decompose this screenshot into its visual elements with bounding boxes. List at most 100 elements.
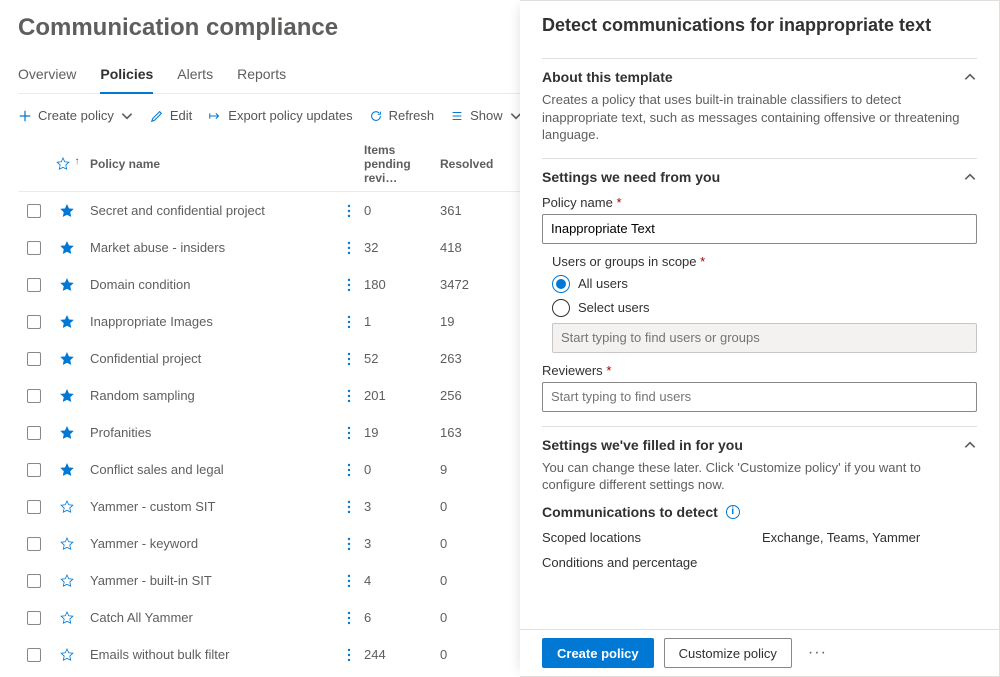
row-checkbox[interactable] (27, 352, 41, 366)
policy-name-cell: Emails without bulk filter (84, 647, 334, 662)
table-row[interactable]: Random sampling201256 (18, 377, 520, 414)
edit-button[interactable]: Edit (150, 108, 192, 123)
section-settings-need: Settings we need from you Policy name * … (542, 158, 977, 426)
more-icon[interactable] (347, 573, 351, 589)
table-row[interactable]: Confidential project52263 (18, 340, 520, 377)
pending-cell: 4 (364, 573, 440, 588)
resolved-cell: 0 (440, 499, 500, 514)
row-checkbox[interactable] (27, 574, 41, 588)
row-checkbox[interactable] (27, 278, 41, 292)
resolved-header[interactable]: Resolved (440, 157, 500, 171)
row-checkbox[interactable] (27, 204, 41, 218)
create-policy-button[interactable]: Create policy (542, 638, 654, 668)
pending-cell: 1 (364, 314, 440, 329)
table-row[interactable]: Emails without bulk filter2440 (18, 636, 520, 673)
more-icon[interactable] (347, 240, 351, 256)
row-checkbox[interactable] (27, 537, 41, 551)
more-icon[interactable] (347, 647, 351, 663)
side-panel: Detect communications for inappropriate … (520, 0, 1000, 677)
more-icon[interactable] (347, 499, 351, 515)
table-row[interactable]: Profanities19163 (18, 414, 520, 451)
star-icon[interactable] (59, 462, 75, 478)
resolved-cell: 9 (440, 462, 500, 477)
policy-name-header[interactable]: Policy name (84, 157, 334, 171)
refresh-button[interactable]: Refresh (369, 108, 435, 123)
more-actions-button[interactable]: ··· (802, 644, 833, 662)
more-icon[interactable] (347, 536, 351, 552)
pending-cell: 52 (364, 351, 440, 366)
row-checkbox[interactable] (27, 648, 41, 662)
scope-all-users-label: All users (578, 276, 628, 291)
more-icon[interactable] (347, 462, 351, 478)
tab-strip: Overview Policies Alerts Reports (18, 60, 520, 94)
reviewers-input[interactable] (542, 382, 977, 412)
more-icon[interactable] (347, 277, 351, 293)
table-row[interactable]: Secret and confidential project0361 (18, 192, 520, 229)
section-settings-need-header[interactable]: Settings we need from you (542, 169, 977, 185)
more-icon[interactable] (347, 314, 351, 330)
more-icon[interactable] (347, 203, 351, 219)
row-checkbox[interactable] (27, 463, 41, 477)
more-icon[interactable] (347, 610, 351, 626)
star-icon[interactable] (59, 573, 75, 589)
more-icon[interactable] (347, 388, 351, 404)
star-icon[interactable] (59, 647, 75, 663)
scope-all-users[interactable]: All users (552, 275, 977, 293)
section-settings-filled-header[interactable]: Settings we've filled in for you (542, 437, 977, 453)
show-button[interactable]: Show (450, 108, 523, 123)
star-icon[interactable] (59, 536, 75, 552)
table-row[interactable]: Yammer - custom SIT30 (18, 488, 520, 525)
pending-cell: 3 (364, 499, 440, 514)
row-checkbox[interactable] (27, 389, 41, 403)
more-icon[interactable] (347, 351, 351, 367)
table-row[interactable]: Catch All Yammer60 (18, 599, 520, 636)
policy-name-cell: Confidential project (84, 351, 334, 366)
star-icon[interactable] (59, 240, 75, 256)
section-about: About this template Creates a policy tha… (542, 58, 977, 158)
row-checkbox[interactable] (27, 241, 41, 255)
table-row[interactable]: Inappropriate Images119 (18, 303, 520, 340)
table-row[interactable]: Yammer - built-in SIT40 (18, 562, 520, 599)
tab-alerts[interactable]: Alerts (177, 60, 213, 93)
section-about-desc: Creates a policy that uses built-in trai… (542, 91, 977, 144)
pending-cell: 180 (364, 277, 440, 292)
star-icon[interactable] (59, 277, 75, 293)
pending-cell: 244 (364, 647, 440, 662)
more-icon[interactable] (347, 425, 351, 441)
star-icon[interactable] (59, 388, 75, 404)
table-row[interactable]: Yammer - keyword30 (18, 525, 520, 562)
star-icon[interactable] (59, 499, 75, 515)
table-row[interactable]: Market abuse - insiders32418 (18, 229, 520, 266)
policy-name-cell: Secret and confidential project (84, 203, 334, 218)
star-column-header[interactable]: ↑ (50, 156, 84, 172)
row-checkbox[interactable] (27, 315, 41, 329)
table-row[interactable]: Domain condition1803472 (18, 266, 520, 303)
section-about-header[interactable]: About this template (542, 69, 977, 85)
resolved-cell: 19 (440, 314, 500, 329)
star-icon[interactable] (59, 314, 75, 330)
communications-title: Communications to detect (542, 504, 718, 520)
create-policy-label: Create policy (38, 108, 114, 123)
scope-select-users[interactable]: Select users (552, 299, 977, 317)
star-icon[interactable] (59, 203, 75, 219)
row-checkbox[interactable] (27, 426, 41, 440)
row-checkbox[interactable] (27, 611, 41, 625)
pending-cell: 6 (364, 610, 440, 625)
tab-policies[interactable]: Policies (100, 60, 153, 94)
export-button[interactable]: Export policy updates (208, 108, 352, 123)
star-icon[interactable] (59, 425, 75, 441)
tab-reports[interactable]: Reports (237, 60, 286, 93)
pending-header[interactable]: Items pending revi… (364, 143, 440, 185)
resolved-cell: 361 (440, 203, 500, 218)
info-icon[interactable]: i (726, 505, 740, 519)
row-checkbox[interactable] (27, 500, 41, 514)
create-policy-button[interactable]: Create policy (18, 108, 134, 123)
star-icon[interactable] (59, 351, 75, 367)
policy-name-label: Policy name * (542, 195, 977, 210)
star-icon[interactable] (59, 610, 75, 626)
policy-name-input[interactable] (542, 214, 977, 244)
table-row[interactable]: Conflict sales and legal09 (18, 451, 520, 488)
tab-overview[interactable]: Overview (18, 60, 76, 93)
resolved-cell: 0 (440, 573, 500, 588)
customize-policy-button[interactable]: Customize policy (664, 638, 792, 668)
